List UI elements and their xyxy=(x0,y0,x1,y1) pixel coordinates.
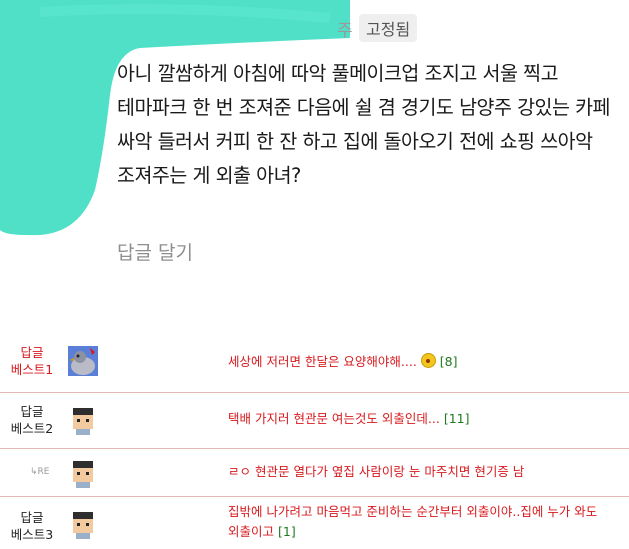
reply-count: [8] xyxy=(439,354,458,369)
comment-link[interactable]: 세상에 저러면 한달은 요양해야해.... [8] xyxy=(228,352,458,372)
best-comment-row: 답글 베스트2 택배 가지러 현관문 여는것도 외출인데... [11] xyxy=(0,392,629,449)
reply-count: [1] xyxy=(278,524,296,539)
reply-count: [11] xyxy=(443,411,470,426)
comment-card: 주 고정됨 아니 깔쌈하게 아침에 따악 풀메이크업 조지고 서울 찍고 테마파… xyxy=(0,0,629,300)
author-name[interactable]: 주 xyxy=(337,16,353,41)
comment-link[interactable]: ㄹㅇ 현관문 열다가 옆집 사람이랑 눈 마주치면 현기증 남 xyxy=(228,462,524,482)
rank-label: 답글 베스트2 xyxy=(10,404,54,436)
reply-arrow-icon: ↳RE xyxy=(30,467,50,477)
shocked-emoji-icon xyxy=(420,353,436,368)
pixel-person-avatar xyxy=(68,509,98,539)
rank-label: 답글 베스트1 xyxy=(10,345,54,377)
pixel-person-avatar xyxy=(68,458,98,488)
best-comment-row: 답글 베스트3 집밖에 나가려고 마음먹고 준비하는 순간부터 외출이야..집에… xyxy=(0,496,629,549)
best-comment-row: 답글 베스트1 세상에 저러면 한달은 요양해야해.... [8] xyxy=(0,336,629,388)
reply-button[interactable]: 답글 달기 xyxy=(117,238,193,265)
reply-row: ↳RE ㄹㅇ 현관문 열다가 옆집 사람이랑 눈 마주치면 현기증 남 xyxy=(0,448,629,497)
comment-text: 아니 깔쌈하게 아침에 따악 풀메이크업 조지고 서울 찍고 테마파크 한 번 … xyxy=(117,62,611,187)
rank-label: 답글 베스트3 xyxy=(10,510,54,542)
comment-link[interactable]: 택배 가지러 현관문 여는것도 외출인데... [11] xyxy=(228,409,469,429)
comment-link[interactable]: 집밖에 나가려고 마음먹고 준비하는 순간부터 외출이야..집에 누가 와도 외… xyxy=(228,502,623,542)
pigeon-avatar xyxy=(68,346,98,376)
pixel-person-avatar xyxy=(68,405,98,435)
pinned-badge: 고정됨 xyxy=(359,14,418,42)
